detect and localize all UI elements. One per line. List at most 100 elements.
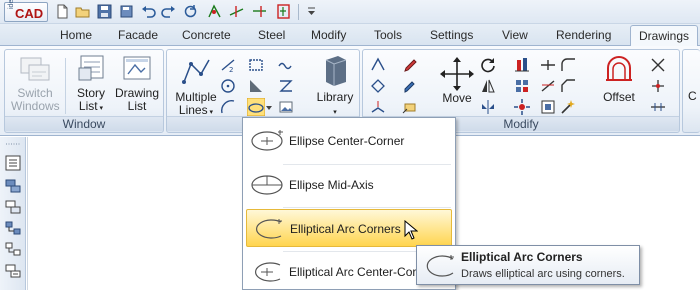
new-file-icon[interactable] bbox=[54, 3, 71, 20]
tooltip-description: Draws elliptical arc using corners. bbox=[461, 268, 625, 280]
tab-settings[interactable]: Settings bbox=[430, 28, 473, 42]
open-folder-icon[interactable] bbox=[74, 3, 91, 20]
tree-icon[interactable] bbox=[4, 241, 22, 257]
multiple-lines-icon bbox=[182, 59, 210, 84]
triangle-hatch-icon[interactable] bbox=[247, 77, 265, 95]
ribbon-tabs: Home Facade Concrete Steel Modify Tools … bbox=[0, 24, 700, 47]
move-button[interactable]: Move bbox=[439, 92, 475, 105]
pipette-icon[interactable] bbox=[401, 77, 419, 95]
undo-icon[interactable] bbox=[140, 3, 157, 20]
fillet-icon[interactable] bbox=[559, 56, 577, 74]
logo-main: CAD bbox=[15, 6, 44, 21]
story-list-icon bbox=[78, 55, 104, 81]
array-icon[interactable] bbox=[513, 77, 531, 95]
rotate-icon[interactable] bbox=[479, 56, 497, 74]
tab-modify[interactable]: Modify bbox=[311, 28, 346, 42]
pen-icon[interactable] bbox=[401, 56, 419, 74]
grid-snap-icon[interactable] bbox=[275, 3, 292, 20]
move-label: Move bbox=[442, 91, 472, 105]
extend-icon[interactable] bbox=[369, 77, 387, 95]
arc-icon[interactable] bbox=[219, 98, 237, 116]
join-icon[interactable] bbox=[649, 77, 667, 95]
library-icon bbox=[325, 56, 347, 86]
story-list-button[interactable]: Story List ▾ bbox=[71, 54, 111, 115]
box-select-icon[interactable] bbox=[539, 98, 557, 116]
drawing-list-line2: List bbox=[127, 99, 147, 113]
tab-view[interactable]: View bbox=[502, 28, 528, 42]
drawing-list-button[interactable]: Drawing List bbox=[113, 54, 161, 113]
circle-center-icon[interactable] bbox=[219, 77, 237, 95]
ellipse-mid-axis-icon bbox=[251, 175, 283, 195]
menu-item-label: Ellipse Mid-Axis bbox=[289, 178, 374, 192]
customize-dropdown-icon[interactable] bbox=[303, 3, 320, 20]
perpendicular-snap-icon[interactable] bbox=[251, 3, 268, 20]
cut-group: C bbox=[682, 49, 700, 133]
properties-icon[interactable] bbox=[4, 155, 22, 171]
cut-button[interactable]: C bbox=[688, 90, 697, 103]
list-view-icon[interactable] bbox=[4, 263, 22, 279]
align-icon[interactable] bbox=[513, 56, 531, 74]
tab-facade[interactable]: Facade bbox=[118, 28, 158, 42]
tab-rendering[interactable]: Rendering bbox=[556, 28, 611, 42]
mirror-icon[interactable] bbox=[479, 77, 497, 95]
chamfer-icon[interactable] bbox=[559, 77, 577, 95]
stretch-icon[interactable] bbox=[539, 56, 557, 74]
drawing-list-icon bbox=[123, 56, 151, 80]
tab-drawings[interactable]: Drawings bbox=[630, 25, 699, 47]
switch-windows-line2: Windows bbox=[11, 99, 60, 113]
explode-icon[interactable] bbox=[513, 98, 531, 116]
offset-button[interactable]: Offset bbox=[597, 54, 641, 104]
switch-windows-icon bbox=[20, 57, 50, 81]
copy-layers-icon[interactable] bbox=[4, 199, 22, 215]
save-all-icon[interactable] bbox=[118, 3, 135, 20]
layers-icon[interactable] bbox=[4, 178, 22, 194]
svg-text:2: 2 bbox=[229, 66, 233, 74]
window-group-label: Window bbox=[5, 116, 163, 131]
save-icon[interactable] bbox=[96, 3, 113, 20]
menu-item-ellipse-mid-axis[interactable]: Ellipse Mid-Axis bbox=[246, 166, 452, 204]
break-icon[interactable] bbox=[369, 98, 387, 116]
trim-icon[interactable] bbox=[369, 56, 387, 74]
rectangle-icon[interactable] bbox=[247, 56, 265, 74]
library-button[interactable]: Library ▾ bbox=[313, 54, 357, 119]
elliptical-arc-center-corner-icon bbox=[255, 262, 281, 282]
redo-icon[interactable] bbox=[160, 3, 177, 20]
ellipse-dropdown-arrow-icon[interactable] bbox=[265, 98, 273, 116]
ellipse-center-corner-icon bbox=[251, 130, 283, 151]
multiple-lines-line1: Multiple bbox=[175, 90, 217, 104]
multiple-lines-button[interactable]: Multiple Lines ▾ bbox=[171, 54, 221, 119]
wave-line-icon[interactable] bbox=[277, 56, 295, 74]
flip-icon[interactable] bbox=[479, 98, 497, 116]
tab-home[interactable]: Home bbox=[60, 28, 92, 42]
image-insert-icon[interactable] bbox=[277, 98, 295, 116]
elliptical-arc-corners-icon bbox=[426, 255, 454, 277]
line-snap-icon[interactable] bbox=[228, 3, 245, 20]
polyline-icon[interactable] bbox=[277, 77, 295, 95]
side-toolbar bbox=[0, 137, 26, 290]
label-icon[interactable] bbox=[401, 98, 419, 116]
quick-access-toolbar: ide CAD bbox=[0, 0, 700, 24]
window-group: Switch Windows Story List ▾ Drawing List… bbox=[4, 49, 164, 133]
command-tooltip: Elliptical Arc Corners Draws elliptical … bbox=[416, 245, 640, 285]
menu-item-ellipse-center-corner[interactable]: Ellipse Center-Corner bbox=[246, 122, 452, 160]
intersect-icon[interactable] bbox=[649, 56, 667, 74]
tab-tools[interactable]: Tools bbox=[374, 28, 402, 42]
ellipse-dropdown-icon[interactable] bbox=[247, 98, 265, 116]
switch-windows-button[interactable]: Switch Windows bbox=[11, 54, 60, 113]
magic-wand-icon[interactable] bbox=[559, 98, 577, 116]
tab-steel[interactable]: Steel bbox=[258, 28, 285, 42]
refresh-icon[interactable] bbox=[182, 3, 199, 20]
toolbar-grip-icon bbox=[6, 143, 20, 145]
line-two-point-icon[interactable]: 2 bbox=[219, 56, 237, 74]
logo-prefix: ide bbox=[8, 0, 15, 9]
snap-icon[interactable] bbox=[206, 3, 223, 20]
divide-icon[interactable] bbox=[649, 98, 667, 116]
story-list-line1: Story bbox=[76, 86, 105, 100]
menu-item-label: Elliptical Arc Center-Corn bbox=[289, 265, 424, 279]
hierarchy-icon[interactable] bbox=[4, 220, 22, 236]
app-logo[interactable]: ide CAD bbox=[4, 0, 48, 22]
scale-icon[interactable] bbox=[539, 77, 557, 95]
menu-item-elliptical-arc-corners[interactable]: Elliptical Arc Corners bbox=[246, 209, 452, 247]
switch-windows-line1: Switch bbox=[17, 86, 53, 100]
tab-concrete[interactable]: Concrete bbox=[182, 28, 231, 42]
